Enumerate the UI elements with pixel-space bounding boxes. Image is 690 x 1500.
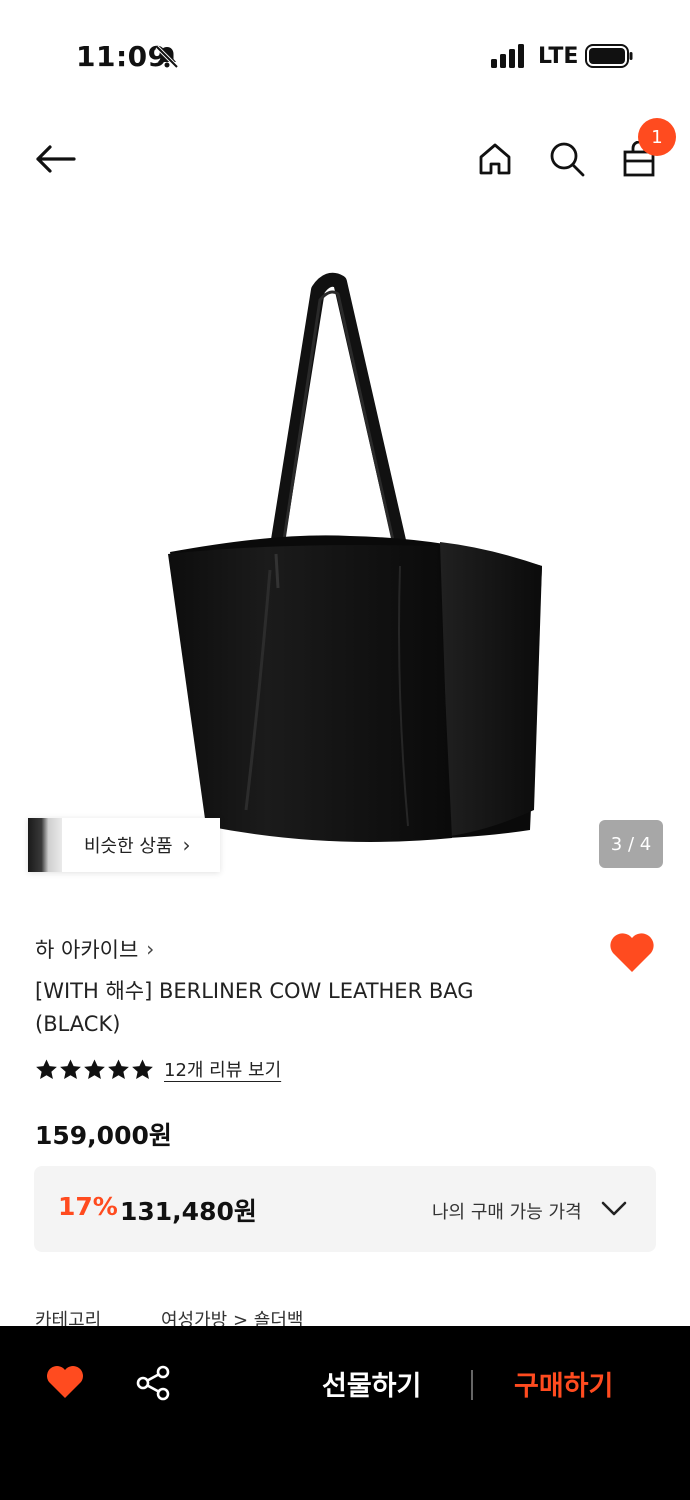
- category-label: 카테고리: [35, 1310, 102, 1326]
- buy-button[interactable]: 구매하기: [514, 1364, 613, 1403]
- original-price: 159,000원: [35, 1121, 172, 1150]
- category-path[interactable]: 여성가방 > 숄더백: [161, 1306, 303, 1326]
- image-page-indicator: 3 / 4: [599, 820, 663, 868]
- heart-icon[interactable]: [45, 1364, 85, 1400]
- star-icon: [60, 1058, 81, 1079]
- category-row: 카테고리 여성가방 > 숄더백: [35, 1306, 303, 1326]
- chevron-right-icon: ›: [146, 937, 155, 961]
- star-icon: [36, 1058, 57, 1079]
- brand-name: 하 아카이브: [35, 938, 139, 962]
- review-link[interactable]: 12개 리뷰 보기: [164, 1056, 281, 1082]
- signal-icon: [491, 44, 524, 68]
- star-icon: [108, 1058, 129, 1079]
- home-button[interactable]: [470, 134, 520, 184]
- similar-products-button[interactable]: 비슷한 상품 ›: [28, 818, 220, 872]
- network-type: LTE: [538, 44, 579, 69]
- star-icon: [132, 1058, 153, 1079]
- product-title: [WITH 해수] BERLINER COW LEATHER BAG (BLAC…: [35, 979, 474, 1036]
- wishlist-heart-icon[interactable]: [608, 930, 656, 974]
- search-button[interactable]: [542, 134, 592, 184]
- discount-price-box[interactable]: 17% 131,480원 나의 구매 가능 가격: [34, 1166, 656, 1252]
- battery-icon: [585, 44, 633, 68]
- top-navigation: [0, 120, 690, 200]
- discount-rate: 17%: [58, 1192, 118, 1221]
- similar-product-thumbnail: [28, 818, 62, 872]
- bottom-action-bar: 선물하기 구매하기: [0, 1326, 690, 1500]
- rating-row: 12개 리뷰 보기: [35, 1056, 281, 1082]
- share-icon[interactable]: [134, 1364, 172, 1402]
- brand-link[interactable]: 하 아카이브 ›: [35, 934, 154, 964]
- cart-count-badge: 1: [638, 118, 676, 156]
- search-icon: [550, 142, 585, 177]
- home-icon: [479, 143, 511, 175]
- star-icon: [84, 1058, 105, 1079]
- back-arrow-icon: [36, 145, 76, 173]
- discount-price: 131,480원: [120, 1197, 257, 1226]
- product-photo-black-tote-bag: [168, 272, 542, 842]
- status-bar: 11:09 LTE: [0, 0, 690, 110]
- chevron-right-icon: ›: [182, 833, 191, 857]
- back-button[interactable]: [30, 134, 80, 184]
- chevron-down-icon: [601, 1201, 627, 1216]
- divider: [471, 1370, 473, 1400]
- rating-stars: [35, 1058, 154, 1081]
- my-price-label: 나의 구매 가능 가격: [432, 1202, 582, 1223]
- gift-button[interactable]: 선물하기: [322, 1364, 421, 1403]
- product-image-gallery[interactable]: 비슷한 상품 › 3 / 4: [0, 210, 690, 900]
- similar-products-label: 비슷한 상품: [84, 836, 173, 857]
- bell-off-icon: [155, 45, 179, 69]
